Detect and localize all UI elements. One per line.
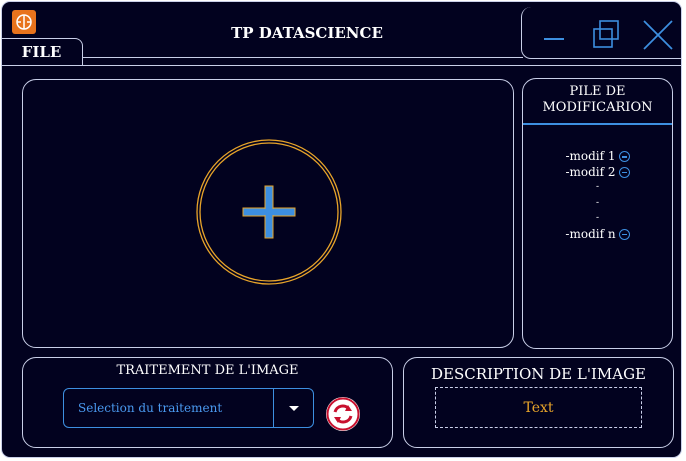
modif-label: -modif 1 — [565, 149, 616, 163]
pile-title-underline — [523, 123, 672, 125]
modif-label: -modif n — [565, 226, 616, 241]
modification-stack-panel: PILE DE MODIFICARION -modif 1 -modif 2 -… — [522, 78, 673, 349]
remove-icon[interactable] — [618, 151, 630, 162]
treatment-select-value: Selection du traitement — [78, 401, 223, 415]
modification-list: -modif 1 -modif 2 - - - -modif n — [523, 149, 672, 242]
list-item: -modif 2 — [523, 165, 672, 181]
window-controls — [521, 7, 681, 59]
close-icon[interactable] — [638, 15, 678, 55]
image-canvas[interactable] — [22, 79, 514, 348]
remove-icon[interactable] — [618, 228, 630, 240]
add-image-icon[interactable] — [195, 138, 343, 286]
chevron-down-icon[interactable] — [273, 389, 313, 427]
description-title: DESCRIPTION DE L'IMAGE — [430, 365, 647, 383]
treatment-select[interactable]: Selection du traitement — [63, 388, 314, 428]
list-item: -modif 1 — [523, 149, 672, 165]
list-item: -modif n — [523, 227, 672, 243]
modif-label: -modif 2 — [565, 164, 616, 179]
remove-icon[interactable] — [618, 166, 630, 178]
treatment-panel: TRAITEMENT DE L'IMAGE Selection du trait… — [22, 357, 393, 448]
ellipsis-dash: - — [595, 197, 600, 208]
refresh-icon[interactable] — [326, 397, 360, 431]
pile-title-line1: PILE DE — [569, 84, 626, 99]
description-panel: DESCRIPTION DE L'IMAGE Text — [403, 357, 674, 448]
description-text-field[interactable]: Text — [435, 387, 642, 428]
ellipsis-dash: - — [595, 213, 600, 223]
window-title: TP DATASCIENCE — [231, 24, 383, 42]
app-window: TP DATASCIENCE FILE PILE DE MODIFICARION… — [1, 1, 682, 458]
file-menu-button[interactable]: FILE — [2, 38, 83, 66]
pile-title-line2: MODIFICARION — [542, 100, 653, 115]
treatment-title: TRAITEMENT DE L'IMAGE — [116, 363, 299, 378]
header-bottom-divider — [2, 65, 681, 66]
restore-icon[interactable] — [586, 15, 626, 55]
app-logo-icon — [12, 10, 36, 34]
pile-title: PILE DE MODIFICARION — [523, 84, 672, 116]
minimize-icon[interactable] — [534, 15, 574, 55]
description-text: Text — [523, 399, 554, 416]
ellipsis-dash: - — [595, 182, 600, 192]
header-divider — [82, 57, 523, 58]
